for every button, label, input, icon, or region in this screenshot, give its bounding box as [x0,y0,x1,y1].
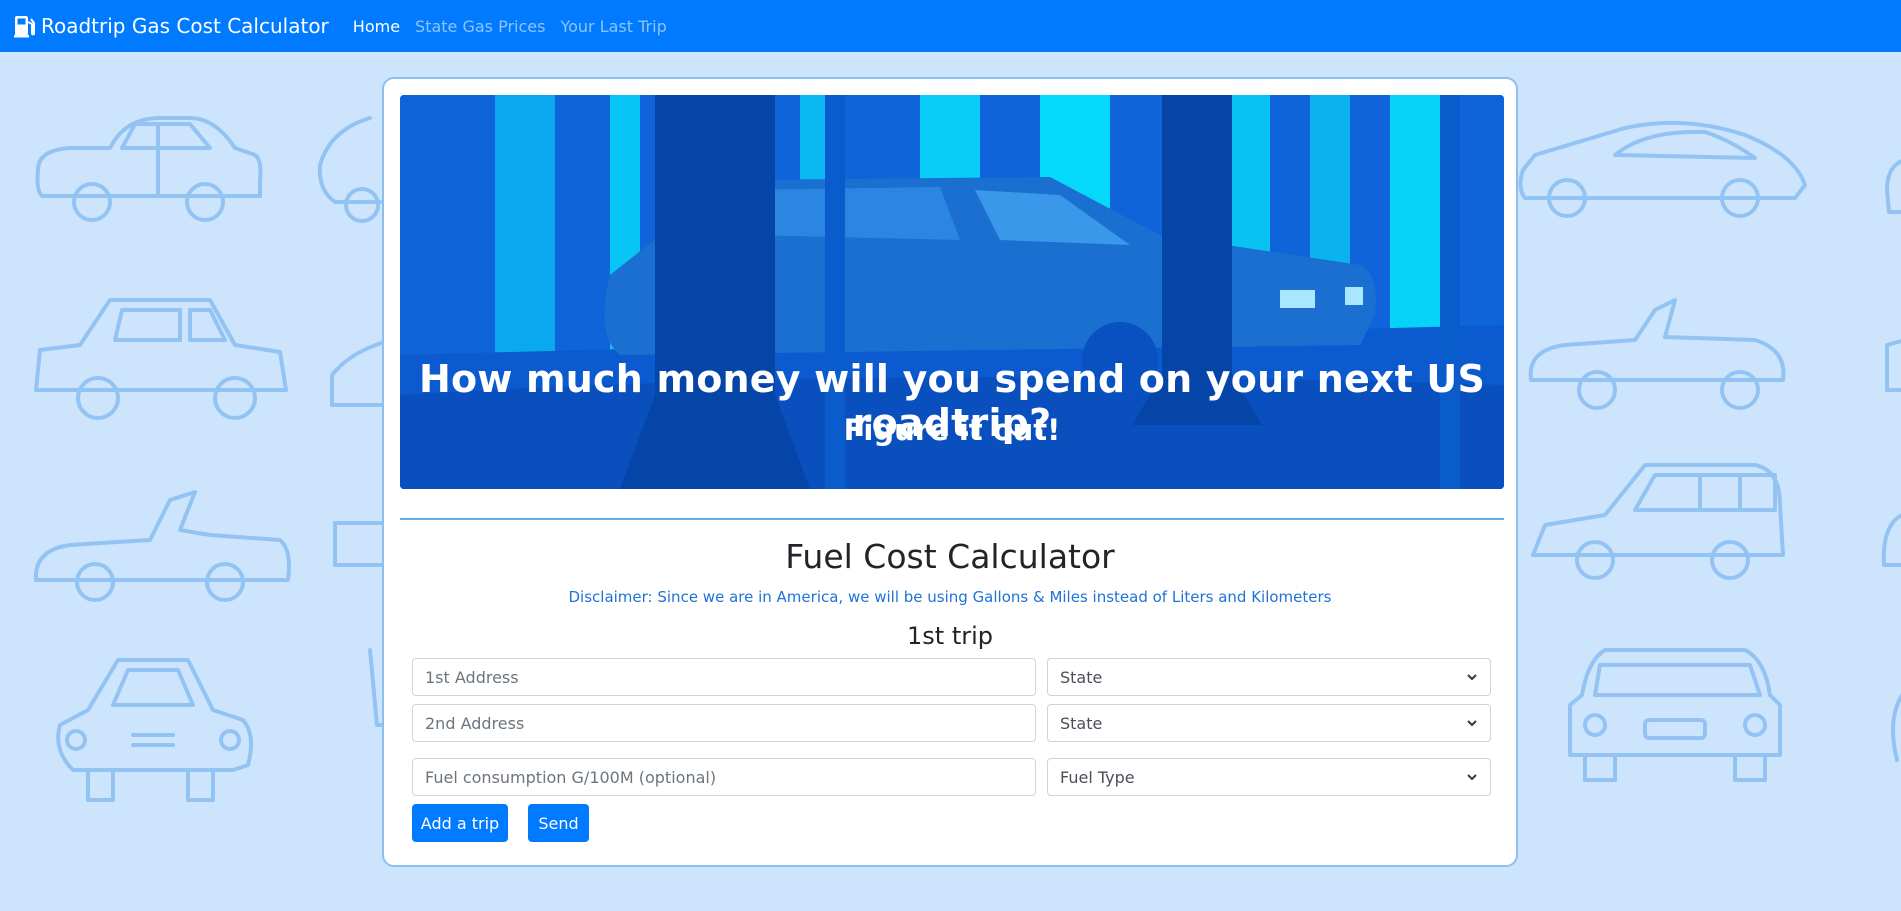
car-doodle-icon [317,116,382,223]
state1-select[interactable]: State [1047,658,1491,696]
car-doodle-icon [1531,463,1785,580]
add-trip-button[interactable]: Add a trip [412,804,508,842]
car-doodle-icon [1891,693,1901,762]
car-doodle-icon [56,658,254,802]
nav-link-your-last-trip[interactable]: Your Last Trip [560,17,666,36]
address2-input[interactable]: 2nd Address [412,704,1036,742]
state2-select[interactable]: State [1047,704,1491,742]
fuel-type-select[interactable]: Fuel Type [1047,758,1491,796]
car-doodle-icon [1881,513,1901,567]
calculator-title: Fuel Cost Calculator [785,537,1115,576]
nav-link-state-gas-prices[interactable]: State Gas Prices [415,17,545,36]
address1-placeholder: 1st Address [425,667,519,687]
send-button[interactable]: Send [528,804,589,842]
hero-banner: How much money will you spend on your ne… [400,95,1504,489]
hero-subtitle: Figure it out! [843,413,1061,447]
chevron-down-icon [1467,674,1477,681]
car-doodle-icon [1528,298,1786,410]
calculator-card: How much money will you spend on your ne… [382,77,1518,867]
gas-pump-icon [14,16,35,38]
chevron-down-icon [1467,774,1477,781]
car-doodle-icon [33,490,291,602]
fuel-consumption-input[interactable]: Fuel consumption G/100M (optional) [412,758,1036,796]
trip-title: 1st trip [907,622,993,650]
address1-input[interactable]: 1st Address [412,658,1036,696]
section-divider [400,518,1504,520]
chevron-down-icon [1467,720,1477,727]
car-doodle-icon [1518,120,1807,218]
car-doodle-icon [35,116,263,222]
car-doodle-icon [1568,648,1782,782]
car-doodle-icon [34,298,288,420]
car-doodle-icon [1885,339,1901,392]
nav-links: Home State Gas Prices Your Last Trip [353,17,682,36]
fuel-consumption-placeholder: Fuel consumption G/100M (optional) [425,767,717,787]
nav-link-home[interactable]: Home [353,17,400,36]
car-doodle-icon [1885,159,1901,214]
brand-link[interactable]: Roadtrip Gas Cost Calculator [14,14,329,38]
address2-placeholder: 2nd Address [425,713,525,733]
navbar: Roadtrip Gas Cost Calculator Home State … [0,0,1901,52]
brand-title: Roadtrip Gas Cost Calculator [41,14,329,38]
disclaimer-text: Disclaimer: Since we are in America, we … [568,588,1332,606]
fuel-type-value: Fuel Type [1060,767,1135,787]
state2-value: State [1060,713,1103,733]
state1-value: State [1060,667,1103,687]
